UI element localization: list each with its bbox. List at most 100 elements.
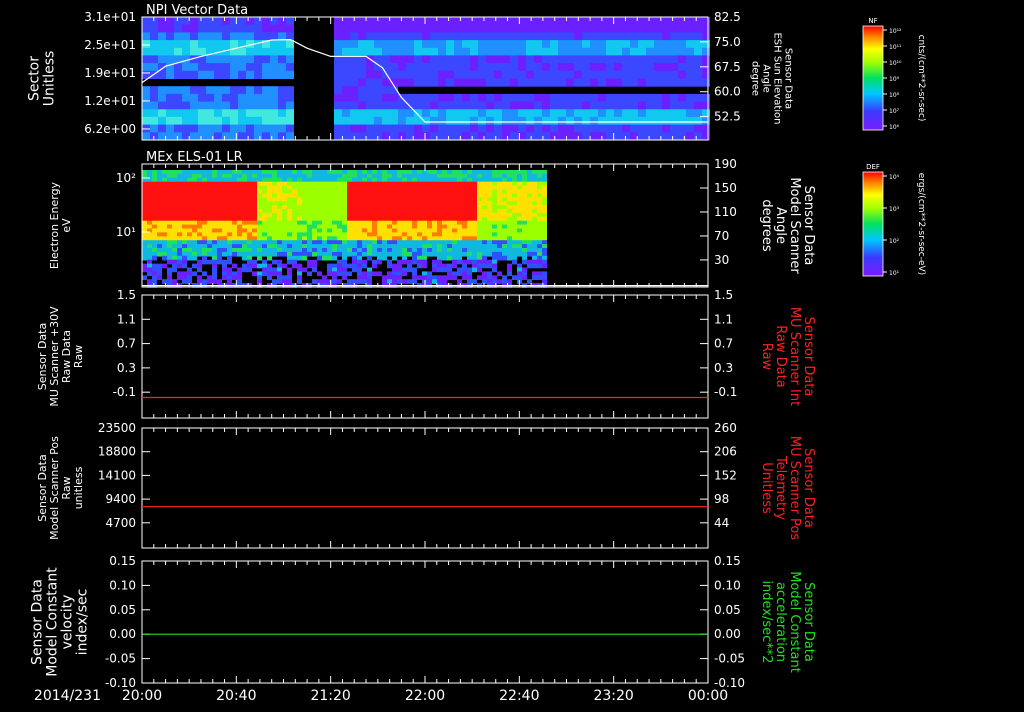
spectrogram-cell bbox=[654, 93, 662, 103]
spectrogram-cell bbox=[406, 124, 414, 133]
spectrogram-cell bbox=[670, 78, 678, 87]
y-tick-label: 10² bbox=[116, 171, 136, 185]
spectrogram-cell bbox=[374, 86, 382, 95]
spectrogram-cell bbox=[590, 116, 598, 126]
spectrogram-cell bbox=[342, 70, 350, 79]
spectrogram-cell bbox=[630, 47, 638, 56]
spectrogram-cell bbox=[702, 55, 710, 64]
spectrogram-cell bbox=[678, 124, 686, 133]
spectrogram-cell bbox=[598, 47, 606, 56]
spectrogram-cell bbox=[414, 93, 422, 103]
spectrogram-cell bbox=[574, 55, 582, 64]
spectrogram-cell bbox=[686, 47, 694, 56]
right-axis-label-line: MU Scanner Int bbox=[787, 307, 802, 406]
spectrogram-cell bbox=[534, 101, 542, 110]
spectrogram-cell bbox=[174, 17, 182, 26]
spectrogram-cell bbox=[534, 47, 542, 56]
spectrogram-cell bbox=[257, 263, 262, 269]
spectrogram-cell bbox=[606, 132, 614, 141]
spectrogram-cell bbox=[502, 101, 510, 110]
spectrogram-cell bbox=[182, 86, 190, 95]
spectrogram-cell bbox=[232, 275, 237, 280]
spectrogram-cell bbox=[486, 24, 494, 33]
spectrogram-cell bbox=[278, 101, 286, 110]
y2-tick-label: -0.1 bbox=[714, 385, 737, 399]
spectrogram-cell bbox=[254, 17, 262, 26]
spectrogram-cell bbox=[422, 124, 430, 133]
spectrogram-cell bbox=[406, 63, 414, 72]
spectrogram-cell bbox=[662, 124, 670, 133]
spectrogram-cell bbox=[477, 267, 482, 273]
spectrogram-cell bbox=[182, 40, 190, 49]
spectrogram-cell bbox=[270, 40, 278, 49]
right-axis-label-line: Sensor Data bbox=[801, 317, 816, 397]
spectrogram-cell bbox=[486, 116, 494, 126]
spectrogram-cell bbox=[430, 93, 438, 103]
time-axis-label: 20:40 bbox=[216, 688, 256, 704]
spectrogram-cell bbox=[206, 55, 214, 64]
spectrogram-cell bbox=[366, 109, 374, 118]
spectrogram-cell bbox=[526, 132, 534, 141]
y-tick-label: -0.1 bbox=[113, 385, 136, 399]
spectrogram-cell bbox=[678, 93, 686, 103]
spectrogram-cell bbox=[646, 24, 654, 33]
spectrogram-cell bbox=[390, 132, 398, 141]
spectrogram-cell bbox=[367, 255, 372, 261]
spectrogram-cell bbox=[582, 32, 590, 41]
spectrogram-cell bbox=[422, 93, 430, 103]
spectrogram-cell bbox=[502, 47, 510, 56]
spectrogram-cell bbox=[390, 116, 398, 126]
spectrogram-cell bbox=[550, 70, 558, 79]
spectrogram-cell bbox=[686, 55, 694, 64]
colorbar-units: cnts/(cm**2-sr-sec) bbox=[916, 35, 926, 122]
spectrogram-cell bbox=[622, 24, 630, 33]
y2-tick-label: 206 bbox=[714, 445, 737, 459]
spectrogram-cell bbox=[670, 17, 678, 26]
spectrogram-cell bbox=[297, 279, 302, 284]
spectrogram-cell bbox=[558, 24, 566, 33]
spectrogram-cell bbox=[390, 101, 398, 110]
spectrogram-cell bbox=[457, 271, 462, 277]
y2-tick-label: 1.1 bbox=[714, 312, 733, 326]
spectrogram-cell bbox=[526, 32, 534, 41]
spectrogram-cell bbox=[246, 109, 254, 118]
spectrogram-cell bbox=[246, 70, 254, 79]
spectrogram-cell bbox=[502, 132, 510, 141]
spectrogram-cell bbox=[470, 93, 478, 103]
spectrogram-cell bbox=[150, 63, 158, 72]
spectrogram-cell bbox=[358, 40, 366, 49]
spectrogram-cell bbox=[497, 255, 502, 261]
spectrogram-cell bbox=[646, 109, 654, 118]
spectrogram-cell bbox=[406, 40, 414, 49]
spectrogram-cell bbox=[558, 78, 566, 87]
spectrogram-cell bbox=[198, 93, 206, 103]
spectrogram-cell bbox=[430, 70, 438, 79]
spectrogram-cell bbox=[470, 109, 478, 118]
spectrogram-cell bbox=[350, 70, 358, 79]
spectrogram-cell bbox=[278, 116, 286, 126]
spectrogram-cell bbox=[270, 55, 278, 64]
spectrogram-cell bbox=[638, 32, 646, 41]
spectrogram-cell bbox=[702, 93, 710, 103]
spectrogram-cell bbox=[438, 124, 446, 133]
spectrogram-cell bbox=[366, 40, 374, 49]
spectrogram-cell bbox=[412, 259, 417, 265]
spectrogram-cell bbox=[694, 32, 702, 41]
spectrogram-cell bbox=[206, 70, 214, 79]
spectrogram-cell bbox=[270, 70, 278, 79]
spectrogram-cell bbox=[150, 101, 158, 110]
spectrogram-cell bbox=[174, 70, 182, 79]
date-label: 2014/231 bbox=[34, 688, 101, 704]
spectrogram-cell bbox=[414, 32, 422, 41]
right-axis-label-line: Sensor Data bbox=[801, 448, 816, 528]
spectrogram-cell bbox=[254, 47, 262, 56]
spectrogram-cell bbox=[286, 17, 294, 26]
spectrogram-cell bbox=[382, 93, 390, 103]
spectrogram-cell bbox=[512, 275, 517, 280]
spectrogram-cell bbox=[550, 55, 558, 64]
spectrogram-cell bbox=[366, 63, 374, 72]
colorbar-label: DEF bbox=[866, 163, 880, 171]
spectrogram-cell bbox=[654, 40, 662, 49]
spectrogram-cell bbox=[510, 17, 518, 26]
spectrogram-cell bbox=[366, 101, 374, 110]
